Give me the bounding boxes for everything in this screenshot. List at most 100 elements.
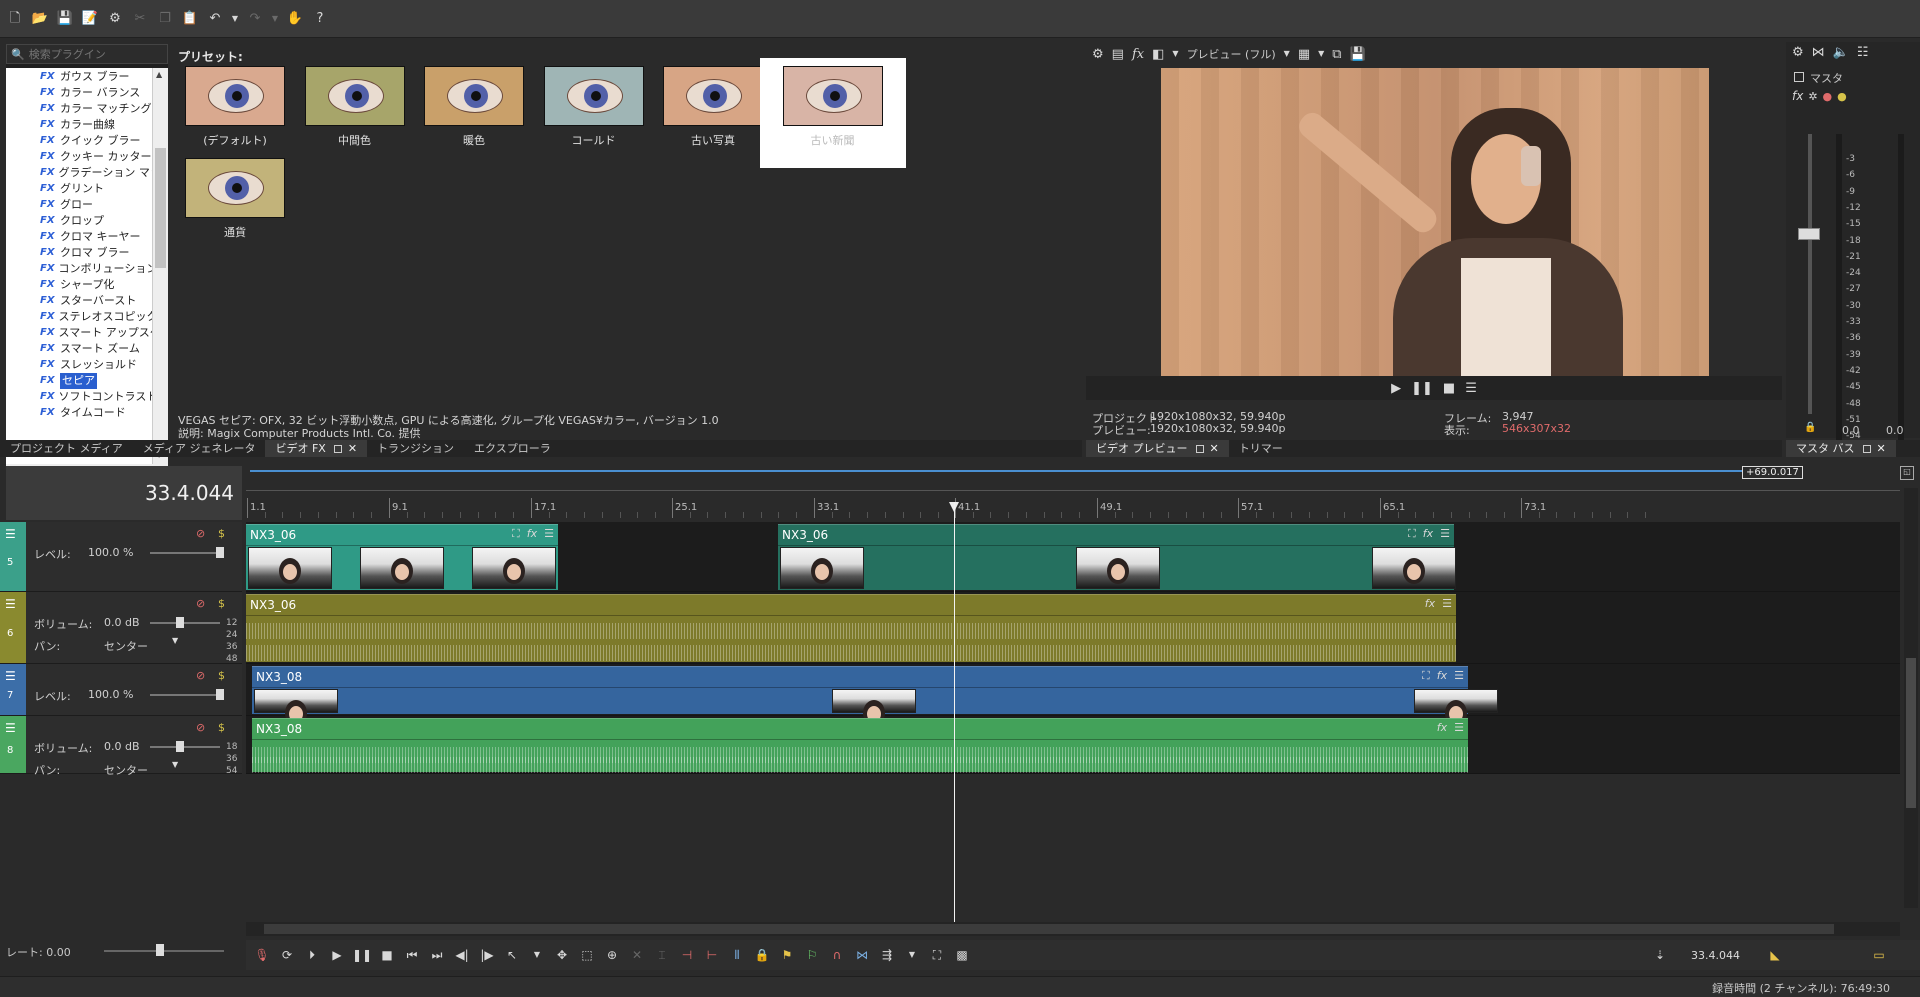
preview-play-icon[interactable]: ▶: [1391, 382, 1401, 395]
trim-start-icon[interactable]: ⊣: [679, 947, 695, 963]
plugin-item[interactable]: FX カラー マッチング: [40, 101, 152, 117]
trim-end-icon[interactable]: ⊢: [704, 947, 720, 963]
lock-icon[interactable]: 🔒: [754, 947, 770, 963]
dock-tab[interactable]: メディア ジェネレータ: [133, 440, 266, 457]
go-to-start-icon[interactable]: ⏮: [404, 947, 420, 963]
track-menu-icon[interactable]: ☰: [5, 722, 16, 734]
plugin-item[interactable]: FX グラデーション マッ: [40, 165, 152, 181]
rate-slider-handle[interactable]: [156, 944, 164, 956]
preview-menu-icon[interactable]: ☰: [1465, 382, 1477, 395]
zoom-tool-icon[interactable]: ⊕: [604, 947, 620, 963]
plugin-item[interactable]: FX セピア: [40, 373, 152, 389]
plugin-item[interactable]: FX クロマ ブラー: [40, 245, 152, 261]
track-solo-icon[interactable]: $: [218, 528, 225, 539]
master-speaker-icon[interactable]: 🔈: [1833, 46, 1849, 59]
master-mixer-icon[interactable]: ☷: [1857, 46, 1869, 59]
next-frame-icon[interactable]: |▶: [479, 947, 495, 963]
split-screen-icon[interactable]: ◧: [1152, 48, 1164, 61]
quality-dropdown-icon[interactable]: ▼: [1284, 50, 1290, 58]
track-header[interactable]: ☰ 7 ⊘ $ レベル: 100.0 %: [0, 664, 242, 716]
go-to-end-icon[interactable]: ⏭: [429, 947, 445, 963]
timeline-event-clip[interactable]: NX3_06 ⛶ fx ☰: [246, 524, 558, 590]
track-slider-handle[interactable]: [216, 689, 224, 700]
loop-icon[interactable]: ⟳: [279, 947, 295, 963]
track-param-value[interactable]: 100.0 %: [88, 688, 133, 701]
master-gear-icon[interactable]: ✲: [1808, 90, 1817, 102]
plugin-item[interactable]: FX クッキー カッター: [40, 149, 152, 165]
record-icon[interactable]: 🎙: [254, 947, 270, 963]
track-mute-icon[interactable]: ⊘: [196, 670, 205, 681]
ripple-icon[interactable]: ⇶: [879, 947, 895, 963]
track-pan-value[interactable]: センター: [104, 638, 148, 654]
master-solo-icon[interactable]: ●: [1837, 90, 1847, 102]
dock-tab[interactable]: エクスプローラ: [464, 440, 561, 457]
timeline-vscrollbar[interactable]: [1904, 488, 1918, 908]
plugin-item[interactable]: FX カラー バランス: [40, 85, 152, 101]
dock-tab[interactable]: トランジション: [367, 440, 464, 457]
track-solo-icon[interactable]: $: [218, 598, 225, 609]
plugin-search[interactable]: 🔍: [6, 44, 168, 64]
plugin-item[interactable]: FX クロマ キーヤー: [40, 229, 152, 245]
plugin-item[interactable]: FX クイック ブラー: [40, 133, 152, 149]
preview-tab[interactable]: ビデオ プレビュー ✕: [1086, 440, 1229, 457]
master-downmix-icon[interactable]: ⋈: [1812, 46, 1825, 59]
dock-tab[interactable]: プロジェクト メディア: [0, 440, 133, 457]
save-snapshot-icon[interactable]: 💾: [1350, 48, 1366, 61]
track-menu-icon[interactable]: ☰: [5, 528, 16, 540]
dock-tab[interactable]: ビデオ FX ✕: [265, 440, 368, 457]
marker-icon[interactable]: ⚑: [779, 947, 795, 963]
timeline-expand-icon[interactable]: ◱: [1900, 466, 1914, 480]
track-param-value[interactable]: 100.0 %: [88, 546, 133, 559]
edit-tool-icon[interactable]: ↖: [504, 947, 520, 963]
open-folder-icon[interactable]: 📂: [31, 10, 49, 28]
track-pan-value[interactable]: センター: [104, 762, 148, 778]
redo-icon[interactable]: ↷: [246, 10, 264, 28]
track-mute-icon[interactable]: ⊘: [196, 528, 205, 539]
track-param-value[interactable]: 0.0 dB: [104, 740, 140, 753]
undock-icon[interactable]: [333, 445, 342, 453]
plugin-search-input[interactable]: [28, 47, 159, 61]
plugin-item[interactable]: FX スマート ズーム: [40, 341, 152, 357]
track-slider-handle[interactable]: [176, 741, 184, 752]
track-solo-icon[interactable]: $: [218, 722, 225, 733]
save-icon[interactable]: 💾: [56, 10, 74, 28]
event-fx-icon[interactable]: fx: [1437, 722, 1447, 733]
ruler-end-marker[interactable]: +69.0.017: [1742, 466, 1803, 479]
undo-dropdown-icon[interactable]: ▼: [231, 10, 239, 28]
event-fx-icon[interactable]: fx: [1437, 670, 1447, 681]
track-slider-handle[interactable]: [176, 617, 184, 628]
split-icon[interactable]: ⫴: [729, 947, 745, 963]
event-menu-icon[interactable]: ☰: [1454, 722, 1464, 733]
event-menu-icon[interactable]: ☰: [1442, 598, 1452, 609]
track-menu-icon[interactable]: ☰: [5, 670, 16, 682]
play-from-start-icon[interactable]: ⏵: [304, 947, 320, 963]
plugin-item[interactable]: FX スマート アップスケ: [40, 325, 152, 341]
fx-icon[interactable]: fx: [1132, 48, 1144, 61]
loop-region-bar[interactable]: [250, 470, 1742, 472]
track-header[interactable]: ☰ 8 ⊘ $ ボリューム: 0.0 dB パン: センター ▼ 18 36 54: [0, 716, 242, 777]
track-mute-icon[interactable]: ⊘: [196, 598, 205, 609]
plugin-item[interactable]: FXコンボリューション ク: [40, 261, 152, 277]
master-lock-icon[interactable]: 🔒: [1804, 422, 1816, 433]
trim-icon[interactable]: ⌶: [654, 947, 670, 963]
event-crop-icon[interactable]: ⛶: [1422, 670, 1430, 681]
grid-dropdown-icon[interactable]: ▼: [1318, 50, 1324, 58]
auto-crossfade-icon[interactable]: ⋈: [854, 947, 870, 963]
close-tab-icon[interactable]: ✕: [1210, 442, 1219, 455]
master-fader-handle[interactable]: [1798, 228, 1820, 240]
copy-snapshot-icon[interactable]: ⧉: [1332, 48, 1341, 61]
grid-icon[interactable]: ▦: [1298, 48, 1310, 61]
preview-settings-icon[interactable]: ⚙: [1092, 48, 1104, 61]
plugin-item[interactable]: FX グリント: [40, 181, 152, 197]
master-fx-icon[interactable]: fx: [1792, 90, 1803, 102]
plugin-item[interactable]: FX カラー曲線: [40, 117, 152, 133]
plugin-item[interactable]: FX スレッショルド: [40, 357, 152, 373]
pause-icon[interactable]: ❚❚: [352, 947, 372, 963]
plugin-item[interactable]: FX クロップ: [40, 213, 152, 229]
timeline-event-clip[interactable]: NX3_06 fx ☰: [246, 594, 1456, 662]
cut-icon[interactable]: ✂: [131, 10, 149, 28]
paste-icon[interactable]: 📋: [181, 10, 199, 28]
event-menu-icon[interactable]: ☰: [1440, 528, 1450, 539]
event-fx-icon[interactable]: fx: [1423, 528, 1433, 539]
timeline-event-clip[interactable]: NX3_06 ⛶ fx ☰: [778, 524, 1456, 590]
